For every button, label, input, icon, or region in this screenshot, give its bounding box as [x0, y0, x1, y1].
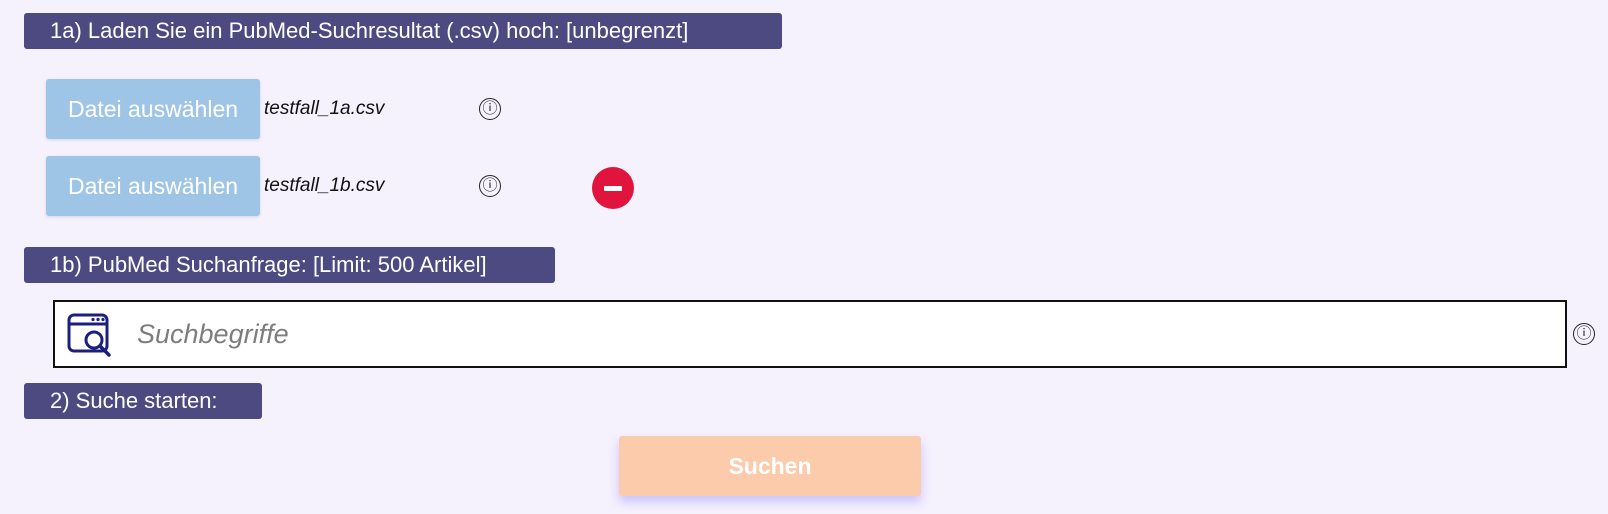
start-section-header: 2) Suche starten: [24, 383, 262, 419]
search-button[interactable]: Suchen [619, 436, 921, 496]
upload-section-header: 1a) Laden Sie ein PubMed-Suchresultat (.… [24, 13, 782, 49]
choose-file-button[interactable]: Datei auswählen [46, 156, 260, 216]
info-icon[interactable]: ⓘ [479, 98, 501, 120]
info-icon[interactable]: ⓘ [479, 175, 501, 197]
browser-search-icon [67, 313, 111, 357]
search-input[interactable] [137, 310, 1537, 358]
query-section-header: 1b) PubMed Suchanfrage: [Limit: 500 Arti… [24, 247, 555, 283]
choose-file-button[interactable]: Datei auswählen [46, 79, 260, 139]
info-icon[interactable]: ⓘ [1573, 323, 1595, 345]
minus-circle-icon [604, 186, 622, 191]
selected-file-name: testfall_1b.csv [264, 175, 385, 196]
selected-file-name: testfall_1a.csv [264, 98, 385, 119]
remove-file-button[interactable] [592, 167, 634, 209]
search-box [53, 300, 1567, 368]
